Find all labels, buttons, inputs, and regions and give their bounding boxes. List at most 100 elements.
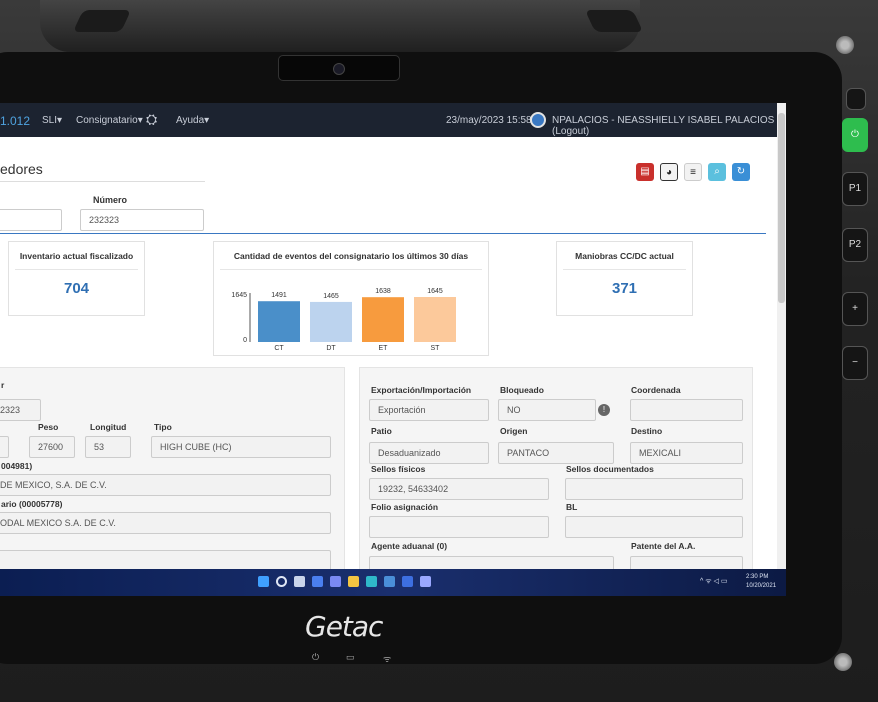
p2-button[interactable]: P2 [842,228,868,262]
data-label: 1465 [323,293,339,300]
battery-led-icon: ▭ [346,652,355,662]
agente-label: Agente aduanal (0) [371,541,448,551]
numero-input[interactable]: 232323 [80,209,204,231]
power-button[interactable]: ⏻ [842,118,868,152]
details-panel: Exportación/Importación Bloqueado Coorde… [359,367,753,578]
x-tick-label: ET [379,345,389,352]
user-logout-link[interactable]: NPALACIOS - NEASSHIELLY ISABEL PALACIOS … [552,115,786,137]
store-icon[interactable] [384,576,395,587]
eventos-title: Cantidad de eventos del consignatario lo… [233,251,469,261]
power-led-icon: ⏻ [312,652,320,662]
chat-icon[interactable] [330,576,341,587]
app-version: 1.012 [0,114,31,128]
destinatario-label: ario (00005778) [1,499,63,509]
x-tick-label: ST [431,345,441,352]
folio-label: Folio asignación [371,502,439,512]
chart-icon[interactable]: ◕ [660,163,678,181]
tray-clock[interactable]: 2:30 PM 10/20/2021 [746,573,776,591]
patio-label: Patio [371,426,392,436]
scrollbar[interactable] [777,103,786,569]
tray-icons[interactable]: ^ ᯤ ◁ ▭ [700,577,728,586]
destino-label: Destino [631,426,663,436]
camera [278,55,400,81]
sellos-documentados-input[interactable] [565,478,743,500]
menu-sli[interactable]: SLI▾ [42,115,62,126]
bloqueado-label: Bloqueado [500,385,544,395]
camera-lens [333,63,345,75]
eventos-card: Cantidad de eventos del consignatario lo… [213,241,489,356]
section-divider [0,233,766,234]
menu-consignatario[interactable]: Consignatario▾ [76,115,143,126]
widgets-icon[interactable] [312,576,323,587]
destinatario-input[interactable]: ODAL MEXICO S.A. DE C.V. [0,512,331,534]
title-divider [0,181,205,182]
data-label: 1491 [271,292,287,299]
screw-bottom [834,653,852,671]
list-icon[interactable]: ≡ [684,163,702,181]
file-explorer-icon[interactable] [348,576,359,587]
maniobras-card: Maniobras CC/DC actual 371 [556,241,693,316]
page-title: edores [0,161,43,177]
start-icon[interactable] [258,576,269,587]
scrollbar-thumb[interactable] [778,113,785,303]
mail-icon[interactable] [402,576,413,587]
tray-time: 2:30 PM [746,574,769,580]
y-tick-label: 0 [243,337,247,344]
user-avatar-icon [530,112,546,128]
numero-label: Número [93,195,128,205]
search-icon[interactable] [276,576,287,587]
tipo-input[interactable]: HIGH CUBE (HC) [151,436,331,458]
coordenada-label: Coordenada [631,385,681,395]
wifi-led-icon: ᯤ [383,654,392,664]
field-stub[interactable] [0,436,9,458]
longitud-input[interactable]: 53 [85,436,131,458]
cliente-input[interactable]: DE MEXICO, S.A. DE C.V. [0,474,331,496]
y-tick-label: 1645 [231,292,247,299]
search-icon[interactable]: ⌕ [708,163,726,181]
p1-button[interactable]: P1 [842,172,868,206]
peso-input[interactable]: 27600 [29,436,75,458]
app-icon[interactable] [420,576,431,587]
data-label: 1645 [427,288,443,295]
inventario-title: Inventario actual fiscalizado [19,251,134,261]
sellos-fisicos-input[interactable]: 19232, 54633402 [369,478,549,500]
panel-header: r [1,380,5,390]
expimp-label: Exportación/Importación [371,385,472,395]
menu-ayuda[interactable]: Ayuda▾ [176,115,209,126]
pdf-icon[interactable]: ▤ [636,163,654,181]
refresh-icon[interactable]: ↻ [732,163,750,181]
destino-input[interactable]: MEXICALI [630,442,743,464]
expimp-input[interactable]: Exportación [369,399,489,421]
contenedor-input[interactable]: 2323 [0,399,41,421]
bar [310,301,352,342]
bar [362,297,404,342]
screw-top [836,36,854,54]
volume-down-button[interactable]: − [842,346,868,380]
patente-label: Patente del A.A. [631,541,696,551]
card-divider [563,269,686,270]
side-indicator [846,88,866,110]
getac-logo: Getac [305,610,383,643]
card-divider [220,269,482,270]
bl-input[interactable] [565,516,743,538]
coordenada-input[interactable] [630,399,743,421]
x-tick-label: DT [326,345,336,352]
people-icon[interactable]: ⛭ [146,111,157,128]
patio-input[interactable]: Desaduanizado [369,442,489,464]
cliente-label: 004981) [1,461,33,471]
container-panel: r 2323 Peso Longitud Tipo 27600 53 HIGH … [0,367,345,577]
top-navbar: 1.012 SLI▾ Consignatario▾ ⛭ Ayuda▾ 23/ma… [0,103,786,137]
folio-input[interactable] [369,516,549,538]
origen-input[interactable]: PANTACO [498,442,614,464]
longitud-label: Longitud [90,422,127,432]
screen: 1.012 SLI▾ Consignatario▾ ⛭ Ayuda▾ 23/ma… [0,103,786,596]
sellos-fisicos-label: Sellos físicos [371,464,426,474]
task-view-icon[interactable] [294,576,305,587]
search-field-left[interactable] [0,209,62,231]
edge-icon[interactable] [366,576,377,587]
info-icon[interactable]: ! [598,404,610,416]
inventario-card: Inventario actual fiscalizado 704 [8,241,145,316]
bloqueado-input[interactable]: NO [498,399,596,421]
volume-up-button[interactable]: + [842,292,868,326]
tray-date: 10/20/2021 [746,583,777,589]
